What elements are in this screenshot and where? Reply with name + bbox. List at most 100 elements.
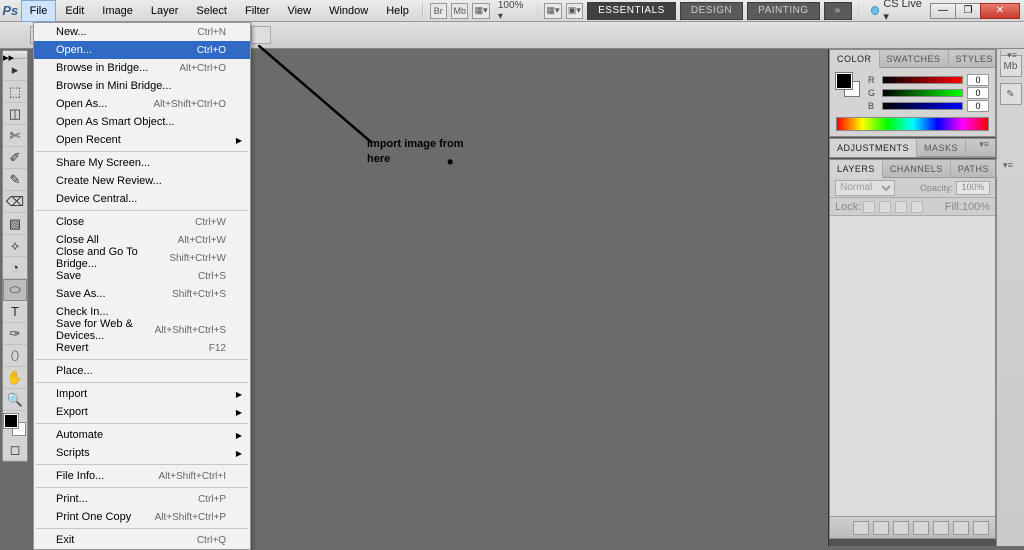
workspace-painting[interactable]: PAINTING: [747, 2, 819, 20]
menu-help[interactable]: Help: [377, 0, 418, 22]
tab-swatches[interactable]: SWATCHES: [880, 50, 949, 68]
menu-image[interactable]: Image: [93, 0, 142, 22]
screen-mode-icon[interactable]: ▣▾: [566, 3, 583, 19]
opacity-value[interactable]: 100%: [956, 181, 990, 195]
menu-file[interactable]: File: [21, 0, 57, 22]
color-spectrum[interactable]: [836, 117, 989, 131]
link-layers-icon[interactable]: [853, 521, 869, 535]
tool-dodge[interactable]: ◔: [3, 257, 27, 279]
minibridge-icon[interactable]: Mb: [451, 3, 468, 19]
g-value[interactable]: 0: [967, 87, 989, 99]
workspace-essentials[interactable]: ESSENTIALS: [587, 2, 676, 20]
menu-item-save-for-web-devices[interactable]: Save for Web & Devices...Alt+Shift+Ctrl+…: [34, 321, 250, 339]
adjustment-layer-icon[interactable]: [913, 521, 929, 535]
menu-item-device-central[interactable]: Device Central...: [34, 190, 250, 208]
menu-item-share-my-screen[interactable]: Share My Screen...: [34, 154, 250, 172]
tab-masks[interactable]: MASKS: [917, 139, 966, 157]
tool-path[interactable]: ✑: [3, 323, 27, 345]
menu-item-revert[interactable]: RevertF12: [34, 339, 250, 357]
menu-item-browse-in-bridge[interactable]: Browse in Bridge...Alt+Ctrl+O: [34, 59, 250, 77]
tool-stamp[interactable]: ⌫: [3, 191, 27, 213]
menu-item-file-info[interactable]: File Info...Alt+Shift+Ctrl+I: [34, 467, 250, 485]
tool-crop[interactable]: ✄: [3, 125, 27, 147]
fill-value[interactable]: 100%: [962, 201, 990, 213]
tool-shape[interactable]: ⬯: [3, 345, 27, 367]
menu-item-exit[interactable]: ExitCtrl+Q: [34, 531, 250, 549]
tab-adjustments[interactable]: ADJUSTMENTS: [830, 139, 917, 157]
menu-item-close[interactable]: CloseCtrl+W: [34, 213, 250, 231]
opt-icon[interactable]: [251, 26, 271, 44]
menu-item-automate[interactable]: Automate▶: [34, 426, 250, 444]
panel-menu-icon[interactable]: ▾≡: [997, 160, 1019, 177]
new-layer-icon[interactable]: [953, 521, 969, 535]
menu-item-open[interactable]: Open...Ctrl+O: [34, 41, 250, 59]
menu-window[interactable]: Window: [320, 0, 377, 22]
r-slider[interactable]: [882, 76, 963, 84]
menu-item-browse-in-mini-bridge[interactable]: Browse in Mini Bridge...: [34, 77, 250, 95]
layer-mask-icon[interactable]: [893, 521, 909, 535]
tab-layers[interactable]: LAYERS: [830, 160, 883, 178]
menu-item-open-recent[interactable]: Open Recent▶: [34, 131, 250, 149]
menu-item-scripts[interactable]: Scripts▶: [34, 444, 250, 462]
menu-item-save[interactable]: SaveCtrl+S: [34, 267, 250, 285]
close-button[interactable]: ✕: [980, 3, 1020, 19]
menu-item-save-as[interactable]: Save As...Shift+Ctrl+S: [34, 285, 250, 303]
lock-position-icon[interactable]: [895, 201, 907, 213]
bridge-icon[interactable]: Br: [430, 3, 447, 19]
tool-eyedropper[interactable]: ✐: [3, 147, 27, 169]
tool-eraser[interactable]: ▨: [3, 213, 27, 235]
toolbox-handle[interactable]: ▸▸: [3, 51, 27, 59]
tab-channels[interactable]: CHANNELS: [883, 160, 951, 178]
panel-menu-icon[interactable]: ▾≡: [1001, 50, 1023, 67]
group-icon[interactable]: [933, 521, 949, 535]
tool-hand[interactable]: ✋: [3, 367, 27, 389]
menu-edit[interactable]: Edit: [56, 0, 93, 22]
tool-pen[interactable]: ⬭: [3, 279, 27, 301]
tool-lasso[interactable]: ◫: [3, 103, 27, 125]
menu-item-open-as-smart-object[interactable]: Open As Smart Object...: [34, 113, 250, 131]
tool-marquee[interactable]: ⬚: [3, 81, 27, 103]
menu-filter[interactable]: Filter: [236, 0, 278, 22]
lock-pixels-icon[interactable]: [879, 201, 891, 213]
menu-layer[interactable]: Layer: [142, 0, 188, 22]
menu-item-open-as[interactable]: Open As...Alt+Shift+Ctrl+O: [34, 95, 250, 113]
workspace-design[interactable]: DESIGN: [680, 2, 743, 20]
tab-paths[interactable]: PATHS: [951, 160, 997, 178]
foreground-color[interactable]: [4, 414, 18, 428]
tool-quickmask[interactable]: ◻: [3, 439, 27, 461]
menu-item-place[interactable]: Place...: [34, 362, 250, 380]
b-slider[interactable]: [882, 102, 963, 110]
menu-item-new[interactable]: New...Ctrl+N: [34, 23, 250, 41]
blend-mode-select[interactable]: Normal: [835, 180, 895, 196]
tool-type[interactable]: T: [3, 301, 27, 323]
maximize-button[interactable]: ❐: [955, 3, 981, 19]
menu-item-import[interactable]: Import▶: [34, 385, 250, 403]
g-slider[interactable]: [882, 89, 963, 97]
workspace-more[interactable]: »: [824, 2, 852, 20]
tab-color[interactable]: COLOR: [830, 50, 880, 68]
menu-view[interactable]: View: [278, 0, 320, 22]
menu-select[interactable]: Select: [187, 0, 236, 22]
arrange-icon[interactable]: ▦▾: [544, 3, 561, 19]
cs-live[interactable]: CS Live ▾: [871, 0, 923, 23]
layer-style-icon[interactable]: [873, 521, 889, 535]
menu-item-print[interactable]: Print...Ctrl+P: [34, 490, 250, 508]
view-extras-icon[interactable]: ▦▾: [472, 3, 489, 19]
color-swatch[interactable]: [836, 73, 860, 97]
menu-item-export[interactable]: Export▶: [34, 403, 250, 421]
lock-all-icon[interactable]: [911, 201, 923, 213]
r-value[interactable]: 0: [967, 74, 989, 86]
menu-item-create-new-review[interactable]: Create New Review...: [34, 172, 250, 190]
delete-layer-icon[interactable]: [973, 521, 989, 535]
tool-colors[interactable]: [4, 414, 26, 436]
menu-item-close-and-go-to-bridge[interactable]: Close and Go To Bridge...Shift+Ctrl+W: [34, 249, 250, 267]
zoom-level[interactable]: 100% ▾: [498, 0, 527, 22]
minimize-button[interactable]: —: [930, 3, 956, 19]
lock-transparency-icon[interactable]: [863, 201, 875, 213]
tool-zoom[interactable]: 🔍: [3, 389, 27, 411]
tool-brush[interactable]: ✎: [3, 169, 27, 191]
b-value[interactable]: 0: [967, 100, 989, 112]
menu-item-print-one-copy[interactable]: Print One CopyAlt+Shift+Ctrl+P: [34, 508, 250, 526]
dock-icon[interactable]: ✎: [1000, 83, 1022, 105]
tool-gradient[interactable]: ⟡: [3, 235, 27, 257]
